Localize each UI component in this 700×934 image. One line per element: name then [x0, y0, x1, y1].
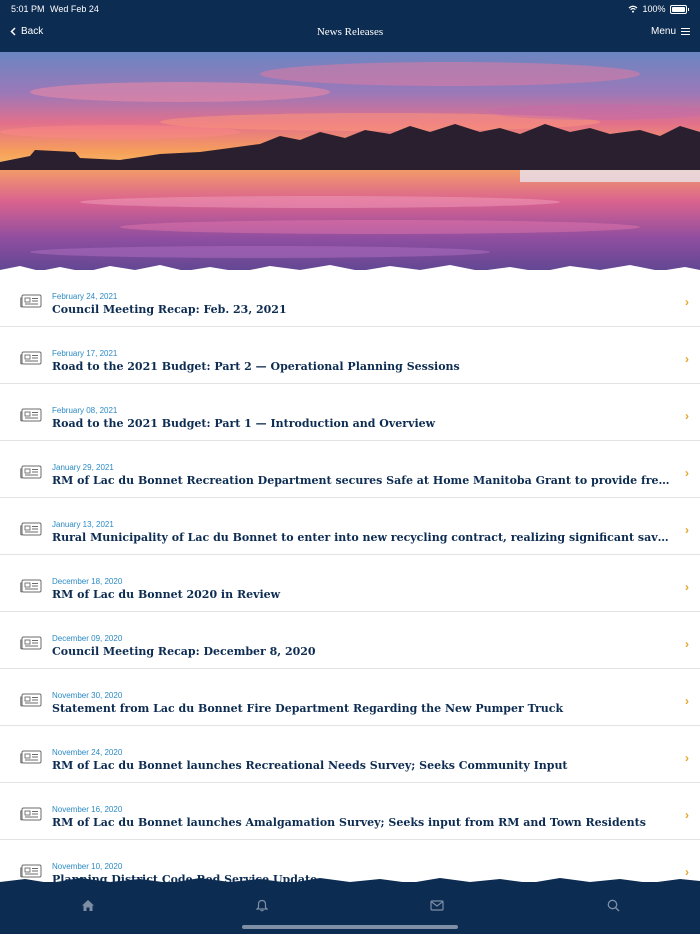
chevron-right-icon: ›	[685, 808, 689, 822]
chevron-right-icon: ›	[685, 694, 689, 708]
battery-icon	[669, 4, 687, 14]
news-item[interactable]: January 13, 2021 Rural Municipality of L…	[0, 498, 700, 555]
news-title: Statement from Lac du Bonnet Fire Depart…	[52, 702, 564, 715]
news-item[interactable]: February 08, 2021 Road to the 2021 Budge…	[0, 384, 700, 441]
news-list: February 24, 2021 Council Meeting Recap:…	[0, 270, 700, 897]
chevron-right-icon: ›	[685, 409, 689, 423]
home-indicator	[242, 925, 458, 929]
news-item[interactable]: December 18, 2020 RM of Lac du Bonnet 20…	[0, 555, 700, 612]
tab-notifications[interactable]	[252, 896, 272, 914]
news-date: February 24, 2021	[52, 292, 118, 301]
tab-home[interactable]	[78, 896, 98, 914]
hamburger-icon	[681, 28, 690, 36]
chevron-right-icon: ›	[685, 637, 689, 651]
news-title: RM of Lac du Bonnet launches Recreationa…	[52, 759, 568, 772]
news-title: RM of Lac du Bonnet 2020 in Review	[52, 588, 281, 601]
news-item[interactable]: January 29, 2021 RM of Lac du Bonnet Rec…	[0, 441, 700, 498]
chevron-right-icon: ›	[685, 295, 689, 309]
battery-percent: 100%	[642, 4, 666, 14]
news-item[interactable]: February 24, 2021 Council Meeting Recap:…	[0, 270, 700, 327]
tab-messages[interactable]	[427, 896, 447, 914]
status-bar: 5:01 PM Wed Feb 24 100%	[0, 0, 700, 18]
news-item[interactable]: November 24, 2020 RM of Lac du Bonnet la…	[0, 726, 700, 783]
news-item[interactable]: November 16, 2020 RM of Lac du Bonnet la…	[0, 783, 700, 840]
news-item[interactable]: December 09, 2020 Council Meeting Recap:…	[0, 612, 700, 669]
chevron-right-icon: ›	[685, 523, 689, 537]
chevron-right-icon: ›	[685, 751, 689, 765]
home-icon	[82, 899, 94, 911]
news-title: Road to the 2021 Budget: Part 2 — Operat…	[52, 360, 460, 373]
news-date: January 13, 2021	[52, 520, 114, 529]
status-time: 5:01 PM	[11, 4, 45, 14]
menu-button[interactable]: Menu	[651, 26, 690, 37]
newspaper-icon	[20, 807, 42, 821]
newspaper-icon	[20, 579, 42, 593]
newspaper-icon	[20, 408, 42, 422]
menu-label: Menu	[650, 26, 676, 37]
news-date: February 08, 2021	[52, 406, 118, 415]
newspaper-icon	[20, 636, 42, 650]
news-item[interactable]: February 17, 2021 Road to the 2021 Budge…	[0, 327, 700, 384]
news-title: Council Meeting Recap: Feb. 23, 2021	[52, 303, 287, 316]
news-date: November 16, 2020	[52, 805, 123, 814]
newspaper-icon	[20, 750, 42, 764]
newspaper-icon	[20, 522, 42, 536]
news-title: Council Meeting Recap: December 8, 2020	[52, 645, 316, 658]
news-item[interactable]: November 30, 2020 Statement from Lac du …	[0, 669, 700, 726]
search-icon	[607, 899, 619, 911]
news-date: November 24, 2020	[52, 748, 123, 757]
navigation-bar: Back News Releases Menu	[0, 18, 700, 52]
status-right: 100%	[628, 4, 689, 14]
tab-search[interactable]	[603, 896, 623, 914]
mail-icon	[430, 899, 444, 911]
news-title: Rural Municipality of Lac du Bonnet to e…	[52, 531, 672, 544]
hero-image	[0, 52, 700, 276]
news-title: Road to the 2021 Budget: Part 1 — Introd…	[52, 417, 436, 430]
page-title: News Releases	[316, 26, 384, 38]
chevron-right-icon: ›	[685, 352, 689, 366]
tab-bar-edge	[0, 878, 700, 886]
news-title: RM of Lac du Bonnet Recreation Departmen…	[52, 474, 672, 487]
news-date: February 17, 2021	[52, 349, 118, 358]
status-date: Wed Feb 24	[50, 4, 99, 14]
chevron-right-icon: ›	[685, 580, 689, 594]
newspaper-icon	[20, 351, 42, 365]
newspaper-icon	[20, 465, 42, 479]
news-date: November 10, 2020	[52, 862, 123, 871]
news-date: November 30, 2020	[52, 691, 123, 700]
news-date: December 09, 2020	[52, 634, 123, 643]
bell-icon	[256, 899, 268, 911]
tab-bar	[0, 878, 700, 934]
news-date: December 18, 2020	[52, 577, 123, 586]
newspaper-icon	[20, 693, 42, 707]
news-title: RM of Lac du Bonnet launches Amalgamatio…	[52, 816, 646, 829]
newspaper-icon	[20, 294, 42, 308]
news-date: January 29, 2021	[52, 463, 114, 472]
wifi-icon	[629, 5, 638, 13]
chevron-right-icon: ›	[685, 466, 689, 480]
